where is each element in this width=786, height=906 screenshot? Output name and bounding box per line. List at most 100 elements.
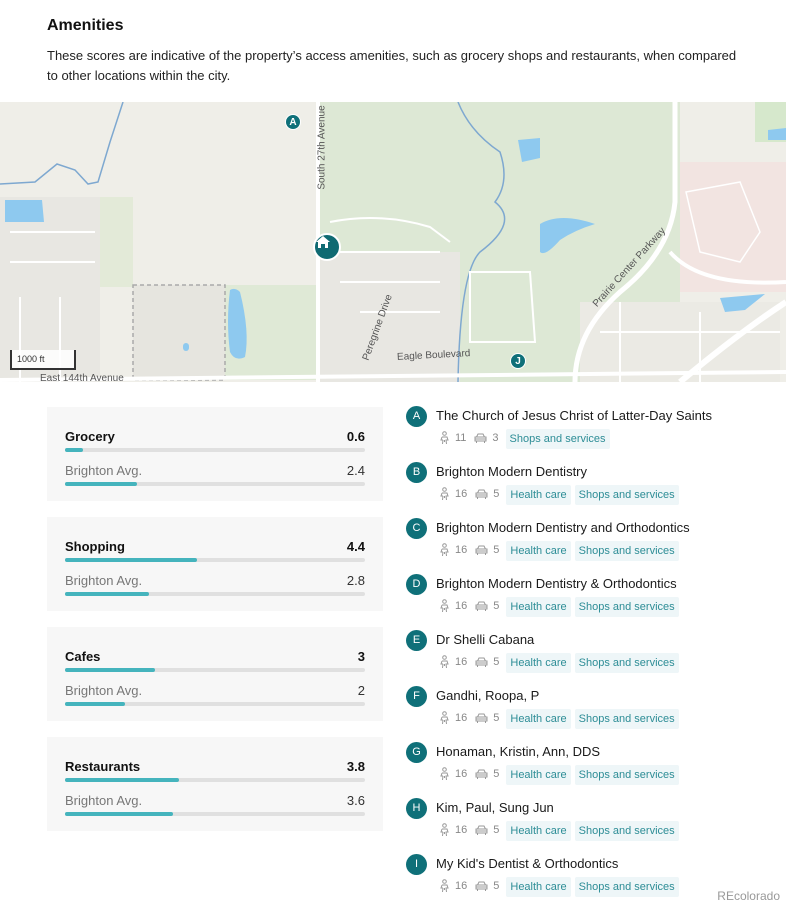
place-item-g[interactable]: G Honaman, Kristin, Ann, DDS 16 5 Health… [406,740,786,796]
places-list: A The Church of Jesus Christ of Latter-D… [406,404,786,906]
avg-label: Brighton Avg. [65,573,143,588]
place-tags: Health care Shops and services [506,877,682,897]
category-tag[interactable]: Shops and services [574,541,679,561]
brand-watermark: REcolorado [717,889,780,903]
walk-icon [440,767,449,781]
score-bar-track [65,668,365,672]
place-item-c[interactable]: C Brighton Modern Dentistry and Orthodon… [406,516,786,572]
category-tag[interactable]: Health care [506,485,571,505]
walk-icon [440,599,449,613]
place-meta: 16 5 Health care Shops and services [438,595,683,617]
place-tags: Health care Shops and services [506,765,682,785]
place-name[interactable]: The Church of Jesus Christ of Latter-Day… [436,408,712,423]
category-tag[interactable]: Health care [506,877,571,897]
place-letter-badge: B [406,462,427,483]
place-name[interactable]: Brighton Modern Dentistry & Orthodontics [436,576,677,591]
walk-minutes: 16 [455,880,468,892]
walk-icon [440,487,449,501]
walk-icon [440,879,449,893]
category-tag[interactable]: Shops and services [505,429,610,449]
score-card-cafes: Cafes 3 Brighton Avg. 2 [47,627,383,721]
car-icon [475,769,488,779]
category-tag[interactable]: Shops and services [574,877,679,897]
score-bar-track [65,448,365,452]
score-card-grocery: Grocery 0.6 Brighton Avg. 2.4 [47,407,383,501]
map-background [0,102,786,382]
walk-icon [440,543,449,557]
car-icon [475,545,488,555]
section-title: Amenities [47,17,124,34]
place-name[interactable]: Brighton Modern Dentistry [436,464,587,479]
place-letter-badge: H [406,798,427,819]
category-tag[interactable]: Health care [506,821,571,841]
category-tag[interactable]: Health care [506,541,571,561]
avg-bar-fill [65,702,125,706]
place-item-h[interactable]: H Kim, Paul, Sung Jun 16 5 Health care Sh… [406,796,786,852]
walk-minutes: 16 [455,656,468,668]
place-meta: 16 5 Health care Shops and services [438,819,683,841]
category-tag[interactable]: Health care [506,765,571,785]
avg-label: Brighton Avg. [65,793,143,808]
category-tag[interactable]: Health care [506,709,571,729]
category-tag[interactable]: Health care [506,653,571,673]
category-tag[interactable]: Shops and services [574,765,679,785]
place-name[interactable]: Honaman, Kristin, Ann, DDS [436,744,600,759]
amenities-map[interactable]: South 27th Avenue Peregrine Drive Eagle … [0,102,786,382]
property-marker[interactable] [313,233,341,261]
avg-score: 2.4 [346,463,365,478]
category-score: 4.4 [346,539,365,554]
avg-label: Brighton Avg. [65,463,143,478]
place-tags: Health care Shops and services [506,597,682,617]
place-item-e[interactable]: E Dr Shelli Cabana 16 5 Health care Shops… [406,628,786,684]
car-icon [475,657,488,667]
place-item-d[interactable]: D Brighton Modern Dentistry & Orthodonti… [406,572,786,628]
place-letter-badge: C [406,518,427,539]
place-tags: Health care Shops and services [506,821,682,841]
map-pin-a[interactable]: A [285,114,301,130]
category-tag[interactable]: Health care [506,597,571,617]
drive-minutes: 5 [493,656,500,668]
place-name[interactable]: Kim, Paul, Sung Jun [436,800,554,815]
drive-minutes: 5 [493,712,500,724]
place-name[interactable]: Gandhi, Roopa, P [436,688,539,703]
place-item-b[interactable]: B Brighton Modern Dentistry 16 5 Health … [406,460,786,516]
place-item-f[interactable]: F Gandhi, Roopa, P 16 5 Health care Shops… [406,684,786,740]
place-tags: Health care Shops and services [506,653,682,673]
car-icon [475,881,488,891]
walk-minutes: 16 [455,600,468,612]
car-icon [475,601,488,611]
place-name[interactable]: Brighton Modern Dentistry and Orthodonti… [436,520,690,535]
map-pin-j[interactable]: J [510,353,526,369]
category-score: 3 [357,649,365,664]
category-tag[interactable]: Shops and services [574,597,679,617]
category-tag[interactable]: Shops and services [574,821,679,841]
score-bar-fill [65,448,83,452]
walk-minutes: 11 [455,432,467,444]
street-label-south-27th: South 27th Avenue [316,105,328,190]
place-meta: 16 5 Health care Shops and services [438,483,683,505]
walk-icon [440,823,449,837]
category-tag[interactable]: Shops and services [574,653,679,673]
place-meta: 16 5 Health care Shops and services [438,875,683,897]
category-tag[interactable]: Shops and services [574,709,679,729]
walk-icon [440,655,449,669]
place-item-a[interactable]: A The Church of Jesus Christ of Latter-D… [406,404,786,460]
category-tag[interactable]: Shops and services [574,485,679,505]
place-name[interactable]: My Kid's Dentist & Orthodontics [436,856,618,871]
avg-bar-track [65,482,365,486]
avg-bar-fill [65,592,149,596]
place-meta: 16 5 Health care Shops and services [438,763,683,785]
drive-minutes: 5 [493,488,500,500]
category-name: Restaurants [65,759,141,774]
avg-label: Brighton Avg. [65,683,143,698]
section-description: These scores are indicative of the prope… [47,48,737,83]
avg-score: 2.8 [346,573,365,588]
place-letter-badge: F [406,686,427,707]
score-bar-fill [65,778,179,782]
category-name: Grocery [65,429,115,444]
category-score: 0.6 [346,429,365,444]
place-meta: 11 3 Shops and services [438,427,614,449]
place-tags: Health care Shops and services [506,485,682,505]
place-name[interactable]: Dr Shelli Cabana [436,632,534,647]
score-bar-track [65,558,365,562]
